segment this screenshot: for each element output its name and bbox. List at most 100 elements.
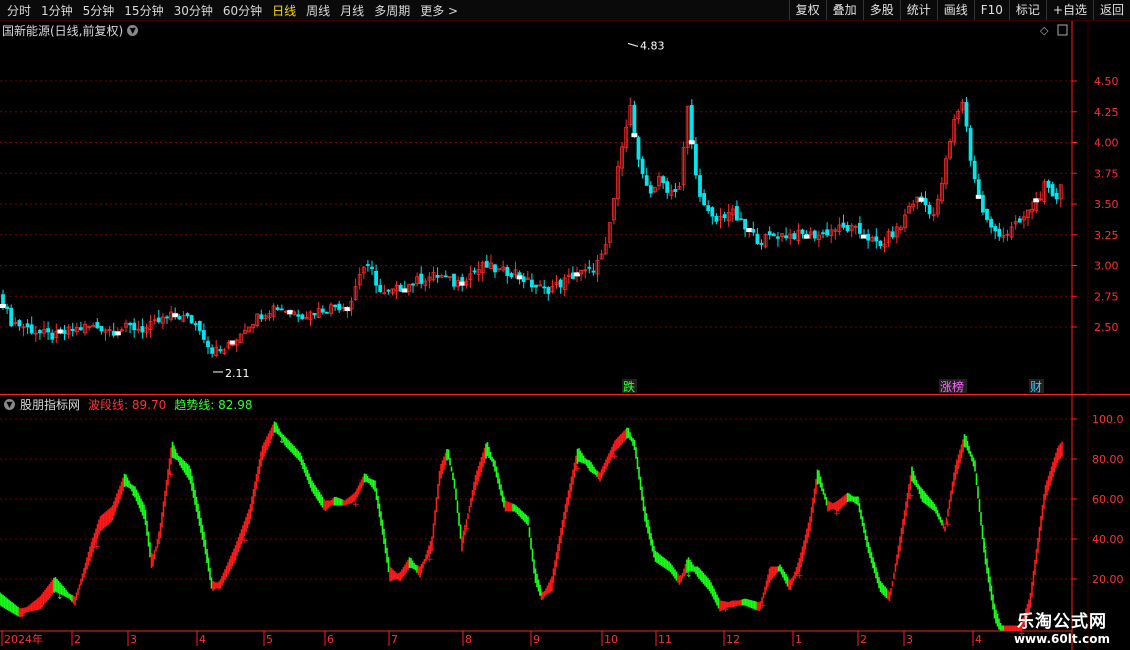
- panel-toggle-icon: [1057, 24, 1068, 36]
- time-tick-label: 4: [975, 633, 982, 646]
- time-tick-label: 2: [860, 633, 867, 646]
- chart-frame: ◇: [0, 21, 1130, 650]
- candle-marker: [1033, 198, 1040, 203]
- candle-body: [320, 308, 325, 313]
- price-tick-label: 4.25: [1094, 106, 1119, 119]
- indicator-arrow: +: [611, 452, 619, 462]
- candle-body: [50, 332, 55, 340]
- candle-body: [210, 347, 215, 354]
- candle-marker: [57, 329, 64, 334]
- time-tick-label: 3: [906, 633, 913, 646]
- indicator-arrow: ↓: [500, 496, 508, 506]
- candle-body: [296, 314, 301, 317]
- price-tick-label: 3.00: [1094, 260, 1119, 273]
- candle-body: [411, 283, 415, 286]
- candle-body: [976, 179, 981, 198]
- candle-body: [452, 273, 456, 287]
- candle-body: [989, 218, 993, 228]
- indicator-arrow: +: [463, 525, 471, 535]
- candle-body: [841, 222, 846, 228]
- candle-body: [821, 232, 825, 235]
- candle-body: [771, 233, 776, 237]
- price-tick-label: 4.50: [1094, 75, 1119, 88]
- candle-body: [165, 316, 169, 319]
- candle-body: [140, 326, 145, 333]
- candle-body: [275, 307, 280, 310]
- indicator-tick-label: 60.00: [1092, 493, 1124, 506]
- indicator-arrow: +: [796, 571, 804, 581]
- candle-marker: [0, 303, 6, 308]
- candle-body: [689, 104, 694, 143]
- candle-body: [710, 207, 715, 217]
- indicator-arrow: +: [167, 470, 175, 480]
- candle-body: [9, 307, 14, 327]
- candle-body: [776, 236, 780, 239]
- indicator-tick-label: 20.00: [1092, 573, 1124, 586]
- candle-body: [509, 273, 514, 277]
- candle-body: [890, 231, 895, 238]
- indicator-arrow: +: [426, 555, 434, 565]
- indicator-arrow: ↓: [204, 553, 212, 563]
- candle-body: [505, 266, 510, 276]
- candle-body: [365, 264, 370, 266]
- candle-body: [300, 314, 305, 320]
- candle-body: [1050, 184, 1055, 197]
- candle-body: [99, 326, 104, 332]
- price-tick-label: 3.75: [1094, 167, 1119, 180]
- indicator-axis: 100.0 80.00 60.00 40.00 20.00: [1072, 413, 1124, 586]
- candle-body: [132, 322, 137, 331]
- wave-label-text: 波段线:: [88, 398, 129, 412]
- max-pointer: [627, 42, 639, 47]
- indicator-arrow: +: [93, 542, 101, 552]
- indicator-name: 股朋指标网: [20, 398, 81, 412]
- candle-body: [259, 314, 264, 320]
- price-axis: 2.50 2.75 3.00 3.25 3.50 3.75 4.00 4.25 4.50: [1072, 75, 1119, 334]
- candle-marker: [114, 331, 121, 336]
- chevron-down-icon[interactable]: ▼: [4, 399, 15, 410]
- candle-marker: [688, 140, 695, 145]
- indicator-tick-label: 100.0: [1092, 413, 1124, 426]
- candle-body: [993, 226, 998, 232]
- min-price-label: 2.11: [225, 367, 250, 380]
- chart-canvas: 2.50 2.75 3.00 3.25 3.50 3.75 4.00 4.25 4.50 + ↓ +…: [0, 21, 1130, 650]
- candle-body: [374, 270, 379, 286]
- candle-body: [751, 228, 756, 233]
- candle-body: [546, 287, 551, 294]
- candle-body: [636, 137, 641, 160]
- time-tick-label: 4: [199, 633, 206, 646]
- candle-body: [337, 303, 342, 311]
- candle-body: [648, 185, 653, 194]
- candle-body: [530, 279, 534, 288]
- candle-body: [79, 327, 83, 331]
- candle-body: [1017, 218, 1022, 223]
- max-price-label: 4.83: [640, 39, 665, 52]
- candle-body: [825, 229, 829, 236]
- candle-body: [722, 214, 727, 219]
- indicator-arrow: ↓: [685, 570, 693, 580]
- candle-body: [128, 322, 133, 326]
- marker-badge: 财: [1030, 380, 1042, 394]
- candle-body: [46, 328, 50, 333]
- candle-body: [632, 104, 637, 136]
- candle-body: [435, 275, 440, 278]
- candle-body: [1046, 180, 1051, 188]
- candle-body: [644, 175, 649, 186]
- candle-body: [189, 315, 194, 324]
- indicator-tick-label: 80.00: [1092, 453, 1124, 466]
- candle-body: [333, 304, 338, 308]
- candle-body: [386, 289, 391, 292]
- candle-body: [1054, 193, 1059, 200]
- candle-body: [661, 176, 665, 184]
- indicator-arrow: ↓: [315, 493, 323, 503]
- candle-body: [5, 306, 9, 309]
- diamond-icon: ◇: [1040, 24, 1049, 37]
- wave-value: 89.70: [131, 398, 167, 412]
- time-tick-label: 5: [266, 633, 273, 646]
- candle-body: [706, 205, 711, 211]
- candle-body: [443, 275, 448, 278]
- indicator-arrow: +: [907, 492, 915, 502]
- indicator-arrow: ↓: [130, 489, 138, 499]
- candle-body: [759, 242, 764, 245]
- indicator-header: ▼ 股朋指标网 波段线: 89.70 趋势线: 82.98: [2, 396, 252, 413]
- price-tick-label: 3.25: [1094, 229, 1119, 242]
